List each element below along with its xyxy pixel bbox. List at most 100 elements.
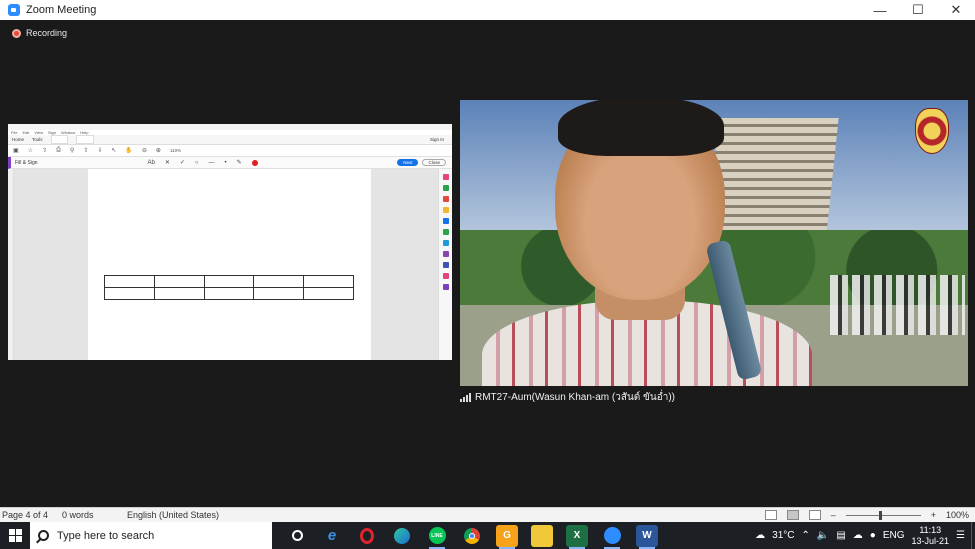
web-layout-icon[interactable] [808, 510, 821, 520]
close-button: Close [422, 159, 446, 166]
file-explorer-icon[interactable] [531, 524, 553, 547]
print-icon: ⎙ [56, 147, 61, 153]
window-title: Zoom Meeting [26, 4, 97, 16]
paragraph-line [104, 195, 359, 205]
paragraph-line [104, 185, 359, 195]
signal-bars-icon [460, 392, 471, 402]
zoom-out-icon[interactable]: – [831, 510, 836, 520]
table-cell [253, 275, 305, 288]
proofing-language[interactable]: English (United States) [127, 510, 219, 520]
tool-icon [442, 262, 449, 268]
table-cell [153, 275, 205, 288]
zoom-slider[interactable] [845, 510, 921, 520]
internet-explorer-icon[interactable]: e [321, 525, 343, 547]
paragraph-line [104, 205, 359, 215]
notifications-icon[interactable]: ☰ [956, 530, 965, 541]
table-cell [303, 275, 354, 288]
table-cell [104, 287, 155, 300]
participant-name: RMT27-Aum(Wasun Khan-am (วสันต์ ขันอ่ำ)) [475, 391, 675, 403]
cross-tool-icon: ✕ [164, 160, 170, 166]
zoom-percent[interactable]: 100% [946, 510, 969, 520]
sign-in-link: Sign In [429, 137, 444, 142]
evaluation-table [104, 275, 354, 300]
windows-start-icon[interactable] [0, 522, 30, 549]
participant-video[interactable] [460, 100, 968, 386]
speaker-icon[interactable]: 🔈 [817, 530, 829, 541]
notification-badge-icon[interactable]: ● [870, 530, 876, 541]
weather-icon[interactable]: ☁ [755, 530, 765, 541]
table-cell [153, 287, 205, 300]
table-cell [104, 275, 155, 288]
app-orange-icon[interactable]: G [496, 524, 518, 549]
next-button: Next [397, 159, 419, 166]
right-tools-strip [438, 169, 452, 360]
acrobat-tabs: Home Tools Sign In [8, 135, 452, 145]
page-count[interactable]: Page 4 of 4 [2, 510, 62, 520]
network-icon[interactable]: ▤ [836, 530, 845, 541]
tool-icon [442, 251, 449, 257]
menu-view: View [34, 130, 43, 135]
word-count[interactable]: 0 words [62, 510, 127, 520]
tab-document [50, 135, 69, 144]
background-students [830, 275, 965, 335]
next-page-icon: ⇩ [97, 148, 103, 154]
left-panel-strip [8, 169, 14, 360]
document-area [8, 169, 452, 360]
tab-document-2 [76, 135, 94, 144]
check-tool-icon: ✓ [179, 160, 185, 166]
read-mode-icon[interactable] [764, 510, 777, 520]
system-clock[interactable]: 11:13 13-Jul-21 [912, 525, 950, 547]
section-heading [104, 237, 359, 247]
zoom-icon[interactable] [601, 525, 623, 549]
zoom-out-icon: ⊖ [141, 148, 147, 154]
zoom-logo-icon [8, 4, 20, 16]
paragraph-line [104, 215, 359, 225]
task-view-icon[interactable] [286, 525, 308, 547]
tray-chevron-icon[interactable]: ⌃ [801, 530, 809, 541]
edge-icon[interactable] [391, 525, 413, 547]
upload-icon: ⇧ [42, 148, 48, 154]
paragraph-line [104, 175, 359, 185]
input-language[interactable]: ENG [883, 530, 905, 541]
zoom-in-icon: ⊕ [155, 148, 161, 154]
show-desktop-button[interactable] [971, 522, 975, 549]
save-icon: ▣ [13, 148, 19, 154]
tool-icon [442, 240, 449, 246]
word-status-bar: Page 4 of 4 0 words English (United Stat… [0, 507, 975, 522]
taskbar-search[interactable]: Type here to search [30, 522, 272, 549]
onedrive-icon[interactable]: ☁ [853, 530, 863, 541]
zoom-level: 110% [169, 148, 182, 153]
minimize-icon[interactable]: — [861, 3, 899, 18]
system-tray: ☁ 31°C ⌃ 🔈 ▤ ☁ ● ENG 11:13 13-Jul-21 ☰ [755, 525, 965, 547]
university-seal-icon [915, 108, 949, 154]
participant-hair [558, 100, 724, 156]
opera-icon[interactable] [356, 525, 378, 547]
view-controls: – + 100% [764, 510, 969, 520]
line-tool-icon: — [208, 159, 215, 166]
dot-tool-icon: • [224, 159, 227, 166]
fill-sign-tools: Ab ✕ ✓ ○ — • ✎ [148, 159, 258, 166]
tab-home: Home [12, 137, 25, 142]
excel-icon[interactable]: X [566, 524, 588, 549]
tool-icon [442, 284, 449, 290]
recording-indicator[interactable]: Recording [12, 28, 67, 38]
close-icon[interactable]: ✕ [937, 2, 975, 18]
temperature[interactable]: 31°C [772, 530, 794, 541]
maximize-icon[interactable]: ☐ [899, 2, 937, 18]
menu-file: File [11, 130, 18, 135]
table-cell [203, 275, 255, 288]
text-tool-icon: Ab [147, 159, 155, 166]
shared-screen: File Edit View Sign Window Help Home Too… [8, 124, 452, 360]
chrome-icon[interactable] [461, 525, 483, 547]
zoom-in-icon[interactable]: + [931, 510, 936, 520]
print-layout-icon[interactable] [786, 510, 799, 520]
menu-edit: Edit [22, 130, 30, 135]
cursor-icon: ↖ [111, 148, 117, 154]
hand-icon: ✋ [125, 148, 133, 154]
color-dot-icon [251, 159, 258, 166]
search-icon: ⚲ [69, 148, 75, 154]
table-cell [203, 287, 255, 300]
word-icon[interactable]: W [636, 524, 658, 549]
line-icon[interactable]: LINE [426, 525, 448, 549]
record-icon [12, 28, 21, 38]
